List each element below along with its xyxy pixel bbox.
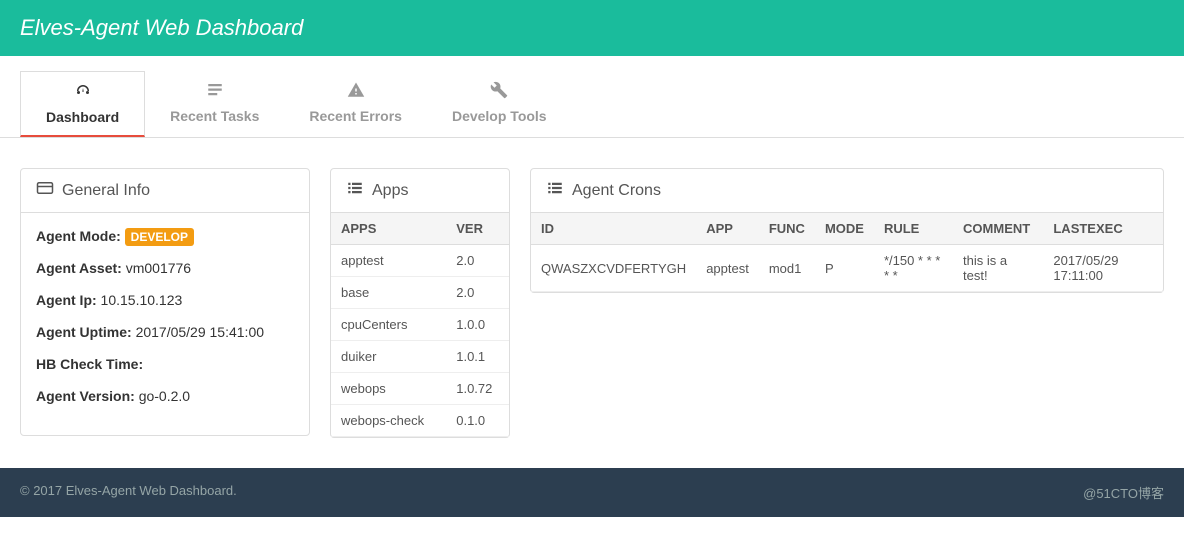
apps-header-ver: VER (446, 213, 509, 245)
card-icon (36, 179, 54, 202)
general-info-panel: General Info Agent Mode: DEVELOP Agent A… (20, 168, 310, 436)
info-asset: Agent Asset: vm001776 (36, 260, 294, 276)
tab-label: Recent Errors (309, 108, 402, 124)
tasks-icon (206, 81, 224, 104)
crons-header-rule: RULE (874, 213, 953, 245)
panel-title: General Info (62, 182, 150, 200)
list-icon (346, 179, 364, 202)
app-ver: 2.0 (446, 245, 509, 277)
dashboard-icon (74, 82, 92, 105)
table-row: cpuCenters1.0.0 (331, 309, 509, 341)
crons-panel: Agent Crons ID APP FUNC MODE RULE COMMEN… (530, 168, 1164, 293)
crons-header-comment: COMMENT (953, 213, 1043, 245)
app-name: webops-check (331, 405, 446, 437)
app-name: apptest (331, 245, 446, 277)
panel-heading: Apps (331, 169, 509, 213)
crons-table: ID APP FUNC MODE RULE COMMENT LASTEXEC Q… (531, 213, 1163, 292)
panel-heading: Agent Crons (531, 169, 1163, 213)
info-ip: Agent Ip: 10.15.10.123 (36, 292, 294, 308)
crons-header-app: APP (696, 213, 759, 245)
crons-header-id: ID (531, 213, 696, 245)
header: Elves-Agent Web Dashboard (0, 0, 1184, 56)
table-row: base2.0 (331, 277, 509, 309)
panel-title: Apps (372, 182, 408, 200)
app-ver: 1.0.72 (446, 373, 509, 405)
copyright: © 2017 Elves-Agent Web Dashboard. (20, 483, 237, 502)
cron-mode: P (815, 245, 874, 292)
tab-label: Recent Tasks (170, 108, 259, 124)
app-ver: 1.0.1 (446, 341, 509, 373)
watermark: @51CTO博客 (1083, 483, 1164, 502)
apps-table: APPS VER apptest2.0base2.0cpuCenters1.0.… (331, 213, 509, 437)
cron-rule: */150 * * * * * (874, 245, 953, 292)
table-row: QWASZXCVDFERTYGHapptestmod1P*/150 * * * … (531, 245, 1163, 292)
panel-body: Agent Mode: DEVELOP Agent Asset: vm00177… (21, 213, 309, 435)
table-row: webops1.0.72 (331, 373, 509, 405)
app-ver: 1.0.0 (446, 309, 509, 341)
app-name: base (331, 277, 446, 309)
tools-icon (490, 81, 508, 104)
app-name: cpuCenters (331, 309, 446, 341)
app-name: duiker (331, 341, 446, 373)
app-name: webops (331, 373, 446, 405)
crons-header-lastexec: LASTEXEC (1043, 213, 1163, 245)
table-row: webops-check0.1.0 (331, 405, 509, 437)
tab-dashboard[interactable]: Dashboard (20, 71, 145, 137)
mode-badge: DEVELOP (125, 228, 194, 246)
table-row: apptest2.0 (331, 245, 509, 277)
info-uptime: Agent Uptime: 2017/05/29 15:41:00 (36, 324, 294, 340)
list-icon (546, 179, 564, 202)
crons-header-func: FUNC (759, 213, 815, 245)
apps-header-name: APPS (331, 213, 446, 245)
crons-header-mode: MODE (815, 213, 874, 245)
cron-comment: this is a test! (953, 245, 1043, 292)
app-ver: 0.1.0 (446, 405, 509, 437)
footer: © 2017 Elves-Agent Web Dashboard. @51CTO… (0, 468, 1184, 517)
panel-title: Agent Crons (572, 182, 661, 200)
info-hb: HB Check Time: (36, 356, 294, 372)
errors-icon (347, 81, 365, 104)
cron-id: QWASZXCVDFERTYGH (531, 245, 696, 292)
nav-tabs: Dashboard Recent Tasks Recent Errors Dev… (0, 71, 1184, 138)
cron-app: apptest (696, 245, 759, 292)
tab-recent-tasks[interactable]: Recent Tasks (145, 71, 284, 137)
tab-recent-errors[interactable]: Recent Errors (284, 71, 427, 137)
info-version: Agent Version: go-0.2.0 (36, 388, 294, 404)
cron-func: mod1 (759, 245, 815, 292)
tab-label: Dashboard (46, 109, 119, 125)
table-row: duiker1.0.1 (331, 341, 509, 373)
apps-panel: Apps APPS VER apptest2.0base2.0cpuCenter… (330, 168, 510, 438)
content: General Info Agent Mode: DEVELOP Agent A… (0, 138, 1184, 468)
tab-label: Develop Tools (452, 108, 547, 124)
page-title: Elves-Agent Web Dashboard (20, 15, 1164, 41)
tab-develop-tools[interactable]: Develop Tools (427, 71, 572, 137)
cron-lastexec: 2017/05/29 17:11:00 (1043, 245, 1163, 292)
panel-heading: General Info (21, 169, 309, 213)
app-ver: 2.0 (446, 277, 509, 309)
info-mode: Agent Mode: DEVELOP (36, 228, 294, 244)
